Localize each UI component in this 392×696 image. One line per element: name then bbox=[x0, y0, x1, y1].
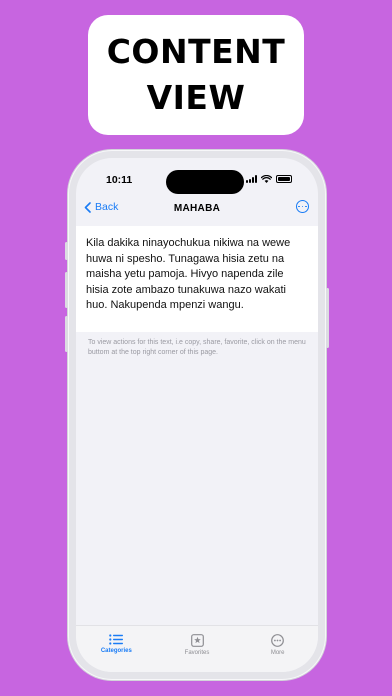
star-square-icon bbox=[190, 634, 204, 647]
tab-label-favorites: Favorites bbox=[184, 650, 210, 656]
battery-icon bbox=[276, 175, 292, 183]
tab-label-categories: Categories bbox=[100, 648, 132, 654]
promo-line-1: CONTENT bbox=[106, 32, 286, 71]
navigation-bar: Back MAHABA bbox=[76, 198, 318, 222]
tab-favorites[interactable]: Favorites bbox=[157, 626, 238, 672]
phone-screen: 10:11 Back MAHABA Kila dakika ninayochuk… bbox=[76, 158, 318, 672]
ellipsis-circle-icon bbox=[271, 634, 285, 647]
volume-up-button bbox=[65, 272, 68, 308]
volume-down-button bbox=[65, 316, 68, 352]
signal-icon bbox=[246, 175, 257, 183]
content-card: Kila dakika ninayochukua nikiwa na wewe … bbox=[76, 226, 318, 332]
action-button bbox=[65, 242, 68, 260]
content-text: Kila dakika ninayochukua nikiwa na wewe … bbox=[86, 237, 291, 312]
tab-categories[interactable]: Categories bbox=[76, 626, 157, 672]
power-button bbox=[326, 288, 329, 348]
promo-line-2: VIEW bbox=[146, 78, 246, 117]
phone-frame: 10:11 Back MAHABA Kila dakika ninayochuk… bbox=[65, 150, 329, 680]
ellipsis-circle-icon[interactable] bbox=[296, 200, 309, 213]
list-icon bbox=[109, 634, 124, 645]
tab-more[interactable]: More bbox=[237, 626, 318, 672]
tab-label-more: More bbox=[270, 650, 285, 656]
hint-text: To view actions for this text, i.e copy,… bbox=[88, 339, 306, 356]
wifi-icon bbox=[261, 175, 272, 183]
tab-bar: Categories Favorites More bbox=[76, 625, 318, 672]
page-title: MAHABA bbox=[173, 203, 221, 214]
status-bar: 10:11 bbox=[76, 173, 318, 189]
promo-banner: CONTENT VIEW bbox=[88, 15, 304, 135]
status-time: 10:11 bbox=[106, 174, 133, 186]
